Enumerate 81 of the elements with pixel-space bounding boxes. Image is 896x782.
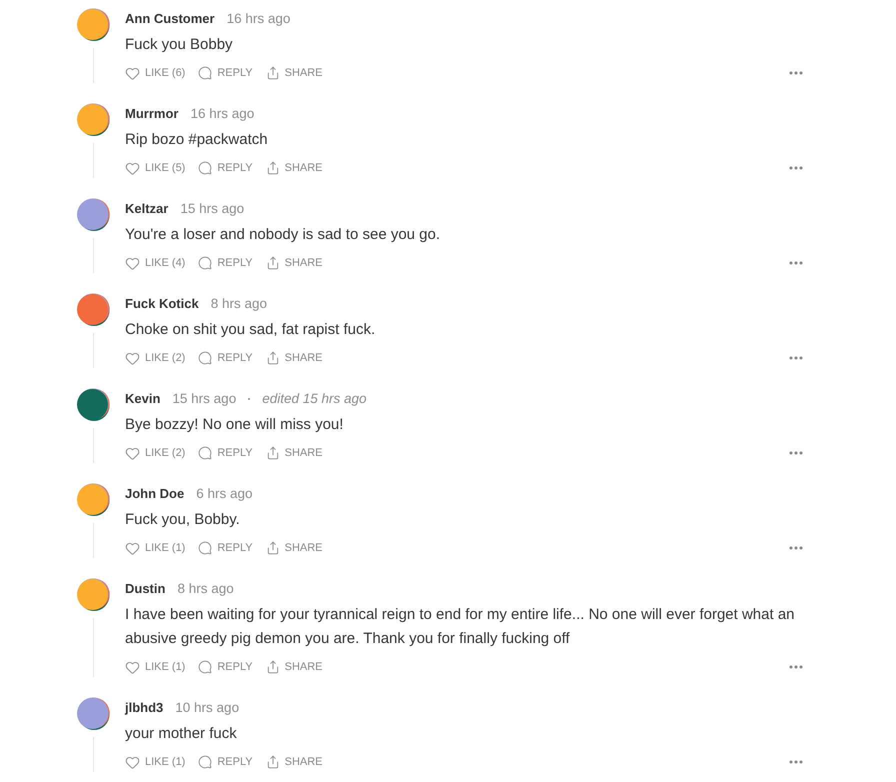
more-icon[interactable] (789, 356, 803, 360)
comment-text: Fuck you, Bobby. (125, 510, 241, 530)
share-button[interactable]: SHARE (266, 752, 323, 772)
comment-text: You're a loser and nobody is sad to see you go. (125, 225, 442, 245)
comment-author[interactable]: Keltzar (125, 199, 168, 219)
reply-button[interactable]: REPLY (198, 158, 253, 178)
more-icon[interactable] (789, 166, 803, 170)
share-button[interactable]: SHARE (266, 63, 323, 83)
reply-button[interactable]: REPLY (198, 443, 253, 463)
reply-button[interactable]: REPLY (198, 253, 253, 273)
speech-bubble-icon (198, 161, 212, 175)
comment-time[interactable]: 10 hrs ago (175, 698, 240, 718)
like-button[interactable]: LIKE (1) (125, 538, 186, 558)
speech-bubble-icon (198, 446, 212, 460)
comment-time[interactable]: 8 hrs ago (210, 294, 267, 314)
like-button[interactable]: LIKE (2) (125, 443, 186, 463)
like-button[interactable]: LIKE (1) (125, 752, 186, 772)
share-icon (266, 541, 280, 555)
comment-text: your mother fuck (125, 724, 238, 744)
speech-bubble-icon (198, 66, 212, 80)
reply-button[interactable]: REPLY (198, 538, 253, 558)
comment-time[interactable]: 16 hrs ago (226, 9, 290, 29)
comment-author[interactable]: Ann Customer (125, 9, 215, 29)
comment-time[interactable]: 15 hrs ago (172, 389, 236, 409)
share-icon (266, 66, 280, 80)
comment-time[interactable]: 16 hrs ago (190, 104, 254, 124)
speech-bubble-icon (198, 351, 212, 365)
share-icon (266, 161, 280, 175)
share-icon (266, 351, 280, 365)
more-icon[interactable] (789, 451, 803, 455)
comment-author[interactable]: Kevin (125, 389, 160, 409)
more-icon[interactable] (789, 546, 803, 550)
heart-icon (125, 540, 140, 556)
comment-text: Choke on shit you sad, fat rapist fuck. (125, 320, 376, 340)
like-button[interactable]: LIKE (1) (125, 657, 186, 677)
speech-bubble-icon (198, 541, 212, 555)
more-icon[interactable] (789, 71, 803, 75)
heart-icon (125, 660, 140, 674)
reply-button[interactable]: REPLY (198, 657, 253, 677)
comment-author[interactable]: Fuck Kotick (125, 294, 199, 314)
comment-text: I have been waiting for your tyrannical reign to end for my entire life... No one will ever forget what an abusive greedy pig demon you are. Thank you for finally fucking off (125, 605, 796, 649)
share-button[interactable]: SHARE (266, 657, 323, 677)
share-button[interactable]: SHARE (266, 538, 323, 558)
more-icon[interactable] (789, 760, 803, 764)
comment-author[interactable]: Murrmor (125, 104, 178, 124)
comment-author[interactable]: jlbhd3 (125, 698, 164, 718)
heart-icon (125, 66, 140, 80)
heart-icon (125, 446, 140, 460)
heart-icon (125, 350, 140, 366)
comment-text: Bye bozzy! No one will miss you! (125, 415, 344, 435)
more-icon[interactable] (789, 261, 803, 265)
like-button[interactable]: LIKE (6) (125, 63, 186, 83)
speech-bubble-icon (198, 755, 212, 769)
comment-time[interactable]: 8 hrs ago (177, 579, 234, 599)
like-button[interactable]: LIKE (5) (125, 158, 186, 178)
share-icon (266, 755, 280, 769)
heart-icon (125, 754, 140, 770)
comment-text: Fuck you Bobby (125, 35, 234, 55)
reply-button[interactable]: REPLY (198, 348, 253, 368)
like-button[interactable]: LIKE (2) (125, 348, 186, 368)
edited-note: edited 15 hrs ago (262, 390, 367, 408)
reply-button[interactable]: REPLY (198, 63, 253, 83)
comment-text: Rip bozo #packwatch (125, 130, 269, 150)
share-button[interactable]: SHARE (266, 348, 323, 368)
speech-bubble-icon (198, 660, 212, 674)
reply-button[interactable]: REPLY (198, 752, 253, 772)
comment-author[interactable]: Dustin (125, 579, 166, 599)
share-icon (266, 446, 280, 460)
comment-time[interactable]: 6 hrs ago (196, 484, 253, 504)
share-button[interactable]: SHARE (266, 158, 323, 178)
heart-icon (125, 256, 140, 270)
comment-author[interactable]: John Doe (125, 484, 184, 504)
share-icon (266, 660, 280, 674)
heart-icon (125, 160, 140, 176)
comment-time[interactable]: 15 hrs ago (180, 199, 244, 219)
more-icon[interactable] (789, 665, 803, 669)
share-button[interactable]: SHARE (266, 253, 323, 273)
speech-bubble-icon (198, 256, 212, 270)
share-button[interactable]: SHARE (266, 443, 323, 463)
like-button[interactable]: LIKE (4) (125, 253, 186, 273)
share-icon (266, 256, 280, 270)
